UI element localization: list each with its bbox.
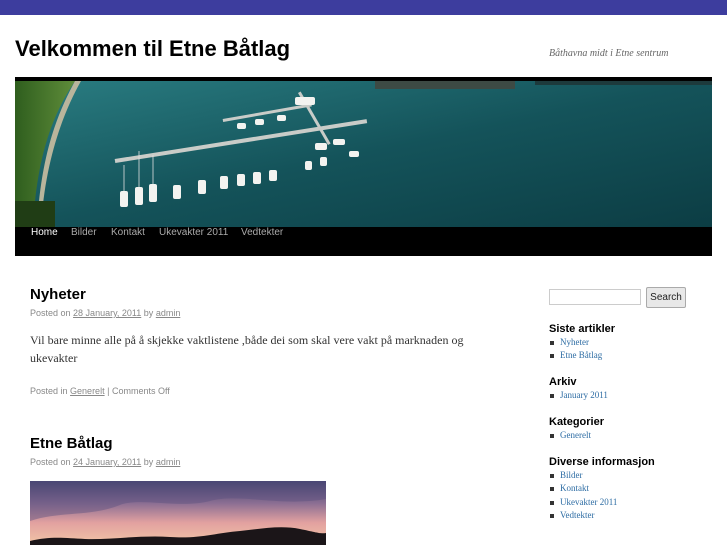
page-container: Velkommen til Etne Båtlag Båthavna midt … (0, 15, 727, 545)
recent-posts-list: Nyheter Etne Båtlag (549, 337, 602, 364)
menu-item-bilder[interactable]: Bilder (71, 227, 97, 256)
list-item: Vedtekter (549, 510, 617, 523)
by-label: by (143, 457, 154, 467)
menu-item-ukevakter[interactable]: Ukevakter 2011 (159, 227, 228, 256)
archive-list: January 2011 (549, 390, 608, 403)
categories-list: Generelt (549, 430, 591, 443)
list-item: Ukevakter 2011 (549, 497, 617, 510)
page-link-ukevakter[interactable]: Ukevakter 2011 (560, 497, 617, 507)
search-button[interactable]: Search (646, 287, 686, 308)
archive-link[interactable]: January 2011 (560, 390, 608, 400)
sunset-photo (30, 481, 326, 545)
post-author-link[interactable]: admin (156, 457, 181, 467)
recent-post-link[interactable]: Nyheter (560, 337, 589, 347)
list-item: Bilder (549, 470, 617, 483)
post-author-link[interactable]: admin (156, 308, 181, 318)
site-title[interactable]: Velkommen til Etne Båtlag (15, 36, 290, 62)
post-meta: Posted on 24 January, 2011 by admin (30, 457, 180, 467)
post-content: Vil bare minne alle på å skjekke vaktlis… (30, 333, 464, 365)
post-title-link[interactable]: Nyheter (30, 286, 86, 303)
list-item: Kontakt (549, 483, 617, 496)
post-footer: Posted in Generelt | Comments Off (30, 386, 170, 396)
post-image[interactable] (30, 481, 326, 545)
category-link[interactable]: Generelt (70, 386, 105, 396)
posted-in-label: Posted in (30, 386, 68, 396)
posted-on-label: Posted on (30, 308, 71, 318)
by-label: by (143, 308, 154, 318)
harbor-aerial-photo (15, 81, 712, 227)
list-item: Nyheter (549, 337, 602, 350)
comments-status: Comments Off (111, 386, 170, 396)
menu-item-home[interactable]: Home (31, 227, 58, 256)
header-image (15, 77, 712, 227)
page-link-kontakt[interactable]: Kontakt (560, 483, 589, 493)
widget-title-archive: Arkiv (549, 376, 577, 388)
widget-title-categories: Kategorier (549, 416, 605, 428)
recent-post-link[interactable]: Etne Båtlag (560, 350, 602, 360)
list-item: Etne Båtlag (549, 350, 602, 363)
widget-title-info: Diverse informasjon (549, 456, 655, 468)
search-input[interactable] (549, 289, 641, 305)
widget-title-recent: Siste artikler (549, 323, 616, 335)
posted-on-label: Posted on (30, 457, 71, 467)
menu-item-vedtekter[interactable]: Vedtekter (241, 227, 283, 256)
menu-item-kontakt[interactable]: Kontakt (111, 227, 145, 256)
post-date-link[interactable]: 28 January, 2011 (73, 308, 141, 318)
page-link-bilder[interactable]: Bilder (560, 470, 583, 480)
top-accent-bar (0, 0, 727, 15)
post-date-link[interactable]: 24 January, 2011 (73, 457, 141, 467)
list-item: Generelt (549, 430, 591, 443)
list-item: January 2011 (549, 390, 608, 403)
footer-separator: | (107, 386, 110, 396)
post-meta: Posted on 28 January, 2011 by admin (30, 308, 180, 318)
page-link-vedtekter[interactable]: Vedtekter (560, 510, 594, 520)
post-title-link[interactable]: Etne Båtlag (30, 435, 113, 452)
site-description: Båthavna midt i Etne sentrum (549, 48, 669, 59)
category-link[interactable]: Generelt (560, 430, 591, 440)
main-menu: Home Bilder Kontakt Ukevakter 2011 Vedte… (15, 227, 712, 256)
info-pages-list: Bilder Kontakt Ukevakter 2011 Vedtekter (549, 470, 617, 523)
